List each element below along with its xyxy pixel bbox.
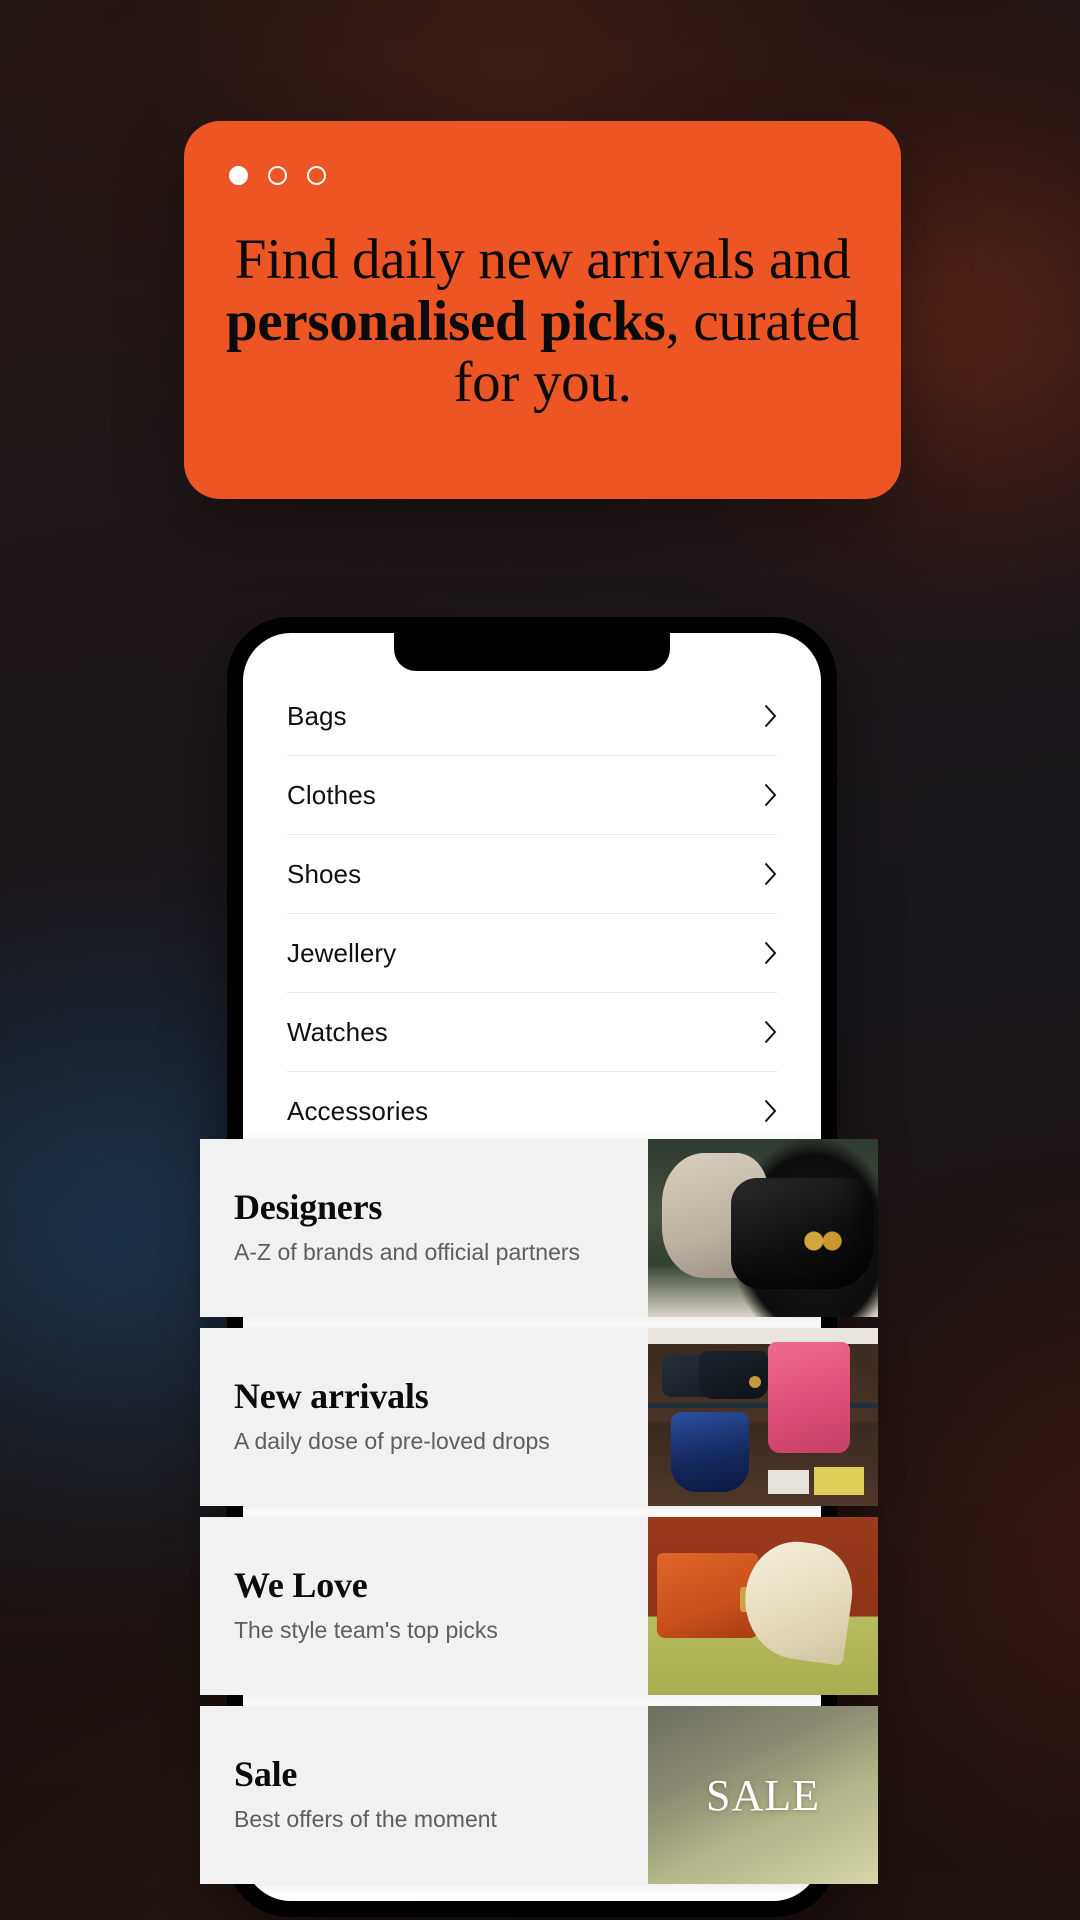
sale-wordmark: SALE <box>706 1770 820 1820</box>
category-row-bags[interactable]: Bags <box>287 677 777 756</box>
shelves-pink-jacket-image <box>648 1328 878 1506</box>
category-row-shoes[interactable]: Shoes <box>287 835 777 914</box>
promo-headline-part1: Find daily new arrivals and <box>234 228 851 291</box>
chevron-right-icon[interactable] <box>764 1099 777 1123</box>
orange-bag-cream-pump-image <box>648 1517 878 1695</box>
feature-card-title: New arrivals <box>234 1375 429 1416</box>
feature-card-subtitle: A-Z of brands and official partners <box>234 1239 581 1266</box>
feature-card-text: New arrivals A daily dose of pre-loved d… <box>200 1328 648 1506</box>
chevron-right-icon[interactable] <box>764 704 777 728</box>
decor-orange-bag <box>657 1552 767 1639</box>
chevron-right-icon[interactable] <box>764 941 777 965</box>
feature-card-designers[interactable]: Designers A-Z of brands and official par… <box>200 1139 878 1317</box>
feature-card-subtitle: Best offers of the moment <box>234 1806 497 1833</box>
decor-pink-jacket <box>767 1342 851 1453</box>
promo-headline-bold: personalised picks <box>225 289 666 353</box>
category-row-jewellery[interactable]: Jewellery <box>287 914 777 993</box>
feature-card-new-arrivals[interactable]: New arrivals A daily dose of pre-loved d… <box>200 1328 878 1506</box>
category-row-clothes[interactable]: Clothes <box>287 756 777 835</box>
category-row-watches[interactable]: Watches <box>287 993 777 1072</box>
chevron-right-icon[interactable] <box>764 1020 777 1044</box>
decor-box <box>767 1470 809 1494</box>
feature-card-text: We Love The style team's top picks <box>200 1517 648 1695</box>
sale-gradient-image: SALE <box>648 1706 878 1884</box>
category-label: Watches <box>287 1016 388 1047</box>
category-list: Bags Clothes Shoes Jewellery Watches Acc… <box>243 677 821 1151</box>
decor-bag <box>698 1351 768 1400</box>
feature-card-title: We Love <box>234 1564 368 1605</box>
decor-box <box>813 1466 865 1496</box>
feature-card-subtitle: The style team's top picks <box>234 1617 498 1644</box>
phone-notch <box>394 633 670 671</box>
chevron-right-icon[interactable] <box>764 783 777 807</box>
category-label: Jewellery <box>287 937 397 968</box>
pagination-dot-3[interactable] <box>307 166 326 185</box>
gg-logo-icon <box>799 1224 846 1259</box>
feature-card-text: Designers A-Z of brands and official par… <box>200 1139 648 1317</box>
feature-card-title: Designers <box>234 1186 383 1227</box>
category-label: Accessories <box>287 1095 429 1126</box>
pagination-dot-2[interactable] <box>268 166 287 185</box>
feature-card-subtitle: A daily dose of pre-loved drops <box>234 1428 550 1455</box>
category-label: Bags <box>287 700 347 731</box>
screenshot-root: Find daily new arrivals and personalised… <box>0 0 1080 1920</box>
feature-card-sale[interactable]: Sale Best offers of the moment SALE <box>200 1706 878 1884</box>
feature-card-we-love[interactable]: We Love The style team's top picks <box>200 1517 878 1695</box>
category-label: Clothes <box>287 779 376 810</box>
feature-card-text: Sale Best offers of the moment <box>200 1706 648 1884</box>
feature-card-title: Sale <box>234 1753 298 1794</box>
category-label: Shoes <box>287 858 362 889</box>
black-handbag-image <box>648 1139 878 1317</box>
pagination-dot-1[interactable] <box>229 166 248 185</box>
decor-blue-bag <box>671 1411 750 1492</box>
carousel-pagination-dots[interactable] <box>229 166 326 185</box>
chevron-right-icon[interactable] <box>764 862 777 886</box>
promo-headline: Find daily new arrivals and personalised… <box>224 229 861 414</box>
feature-card-list: Designers A-Z of brands and official par… <box>200 1139 878 1895</box>
promo-card[interactable]: Find daily new arrivals and personalised… <box>184 121 901 499</box>
